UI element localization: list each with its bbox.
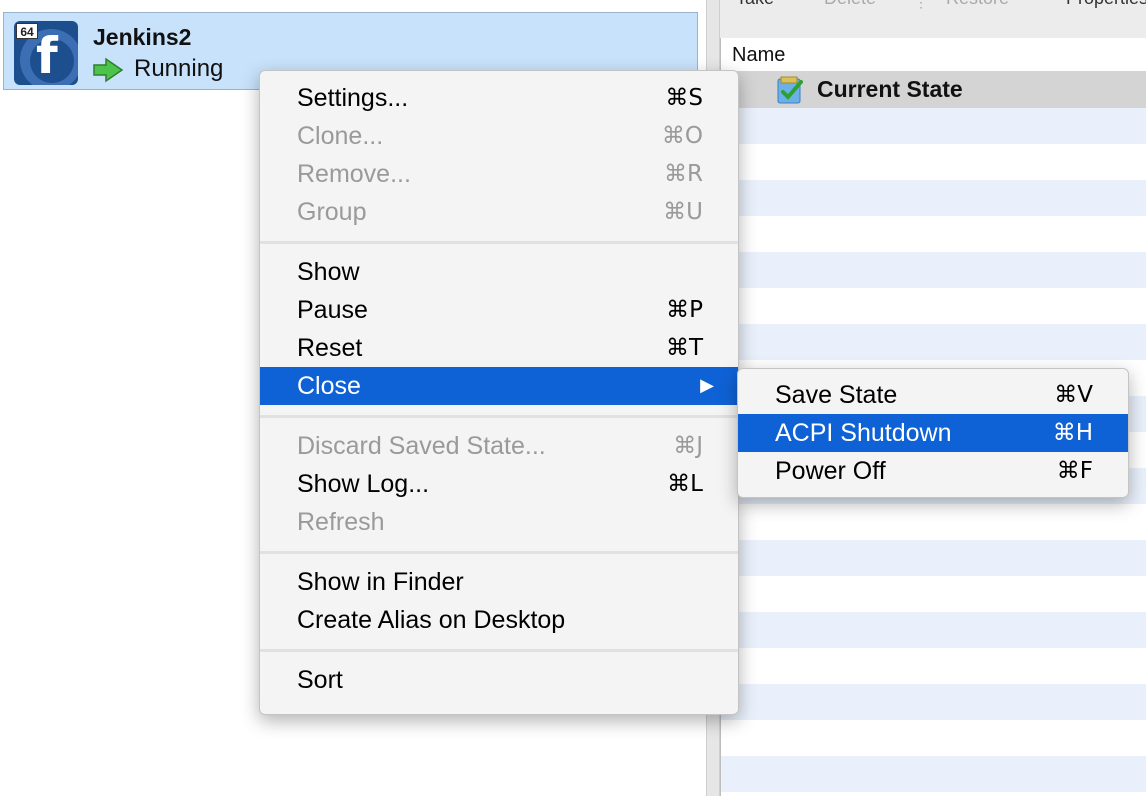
empty-row — [721, 180, 1146, 216]
fedora-icon: f 64 — [14, 21, 78, 85]
menu-item-shortcut: ⌘T — [665, 335, 703, 361]
menu-item-shortcut: ⌘P — [666, 297, 703, 323]
menu-separator — [260, 639, 738, 661]
menu-item-reset[interactable]: Reset ⌘T — [260, 329, 738, 367]
empty-row — [721, 648, 1146, 684]
menu-item-label: Remove... — [297, 160, 411, 188]
menu-item-label: Show Log... — [297, 470, 430, 498]
menu-item-remove[interactable]: Remove... ⌘R — [260, 155, 738, 193]
empty-row — [721, 540, 1146, 576]
snapshot-toolbar: Take Delete ⋮ Restore Properties — [720, 0, 1146, 38]
delete-snapshot-button[interactable]: Delete — [824, 0, 876, 9]
menu-item-label: Refresh — [297, 508, 385, 536]
snapshot-properties-button[interactable]: Properties — [1066, 0, 1146, 9]
menu-item-power-off[interactable]: Power Off ⌘F — [738, 452, 1128, 490]
empty-row — [721, 720, 1146, 756]
menu-item-shortcut: ⌘J — [673, 433, 703, 459]
empty-row — [721, 108, 1146, 144]
column-header-name: Name — [732, 44, 786, 66]
menu-item-shortcut: ⌘U — [663, 199, 703, 225]
vm-name: Jenkins2 — [93, 24, 192, 50]
empty-row — [721, 504, 1146, 540]
menu-item-label: Show in Finder — [297, 568, 464, 596]
menu-item-settings[interactable]: Settings... ⌘S — [260, 79, 738, 117]
menu-item-show-log[interactable]: Show Log... ⌘L — [260, 465, 738, 503]
empty-row — [721, 576, 1146, 612]
menu-item-label: Pause — [297, 296, 368, 324]
menu-item-acpi-shutdown[interactable]: ACPI Shutdown ⌘H — [738, 414, 1128, 452]
table-row-current-state[interactable]: Current State — [721, 72, 1146, 108]
menu-separator — [260, 231, 738, 253]
menu-item-save-state[interactable]: Save State ⌘V — [738, 376, 1128, 414]
menu-item-close[interactable]: Close ▶ — [260, 367, 738, 405]
current-state-icon — [777, 76, 803, 104]
menu-item-clone[interactable]: Clone... ⌘O — [260, 117, 738, 155]
arch-64-badge: 64 — [16, 23, 38, 39]
menu-item-shortcut: ⌘F — [1056, 458, 1093, 484]
menu-item-label: Create Alias on Desktop — [297, 606, 566, 634]
restore-snapshot-button[interactable]: Restore — [946, 0, 1009, 9]
menu-separator — [260, 405, 738, 427]
column-header[interactable]: Name — [721, 38, 1146, 72]
vm-context-menu: Settings... ⌘S Clone... ⌘O Remove... ⌘R … — [259, 70, 739, 715]
running-arrow-icon — [93, 57, 124, 83]
empty-row — [721, 144, 1146, 180]
empty-row — [721, 216, 1146, 252]
empty-row — [721, 756, 1146, 792]
menu-item-shortcut: ⌘H — [1052, 420, 1093, 446]
menu-item-label: Group — [297, 198, 367, 226]
menu-item-label: Power Off — [775, 457, 886, 485]
empty-row — [721, 288, 1146, 324]
menu-item-shortcut: ⌘L — [667, 471, 703, 497]
empty-row — [721, 612, 1146, 648]
submenu-arrow-icon: ▶ — [700, 375, 714, 396]
menu-item-label: Show — [297, 258, 360, 286]
menu-item-group[interactable]: Group ⌘U — [260, 193, 738, 231]
menu-item-pause[interactable]: Pause ⌘P — [260, 291, 738, 329]
menu-item-create-alias[interactable]: Create Alias on Desktop — [260, 601, 738, 639]
menu-item-refresh[interactable]: Refresh — [260, 503, 738, 541]
menu-item-show-in-finder[interactable]: Show in Finder — [260, 563, 738, 601]
menu-separator — [260, 541, 738, 563]
close-submenu: Save State ⌘V ACPI Shutdown ⌘H Power Off… — [737, 368, 1129, 498]
menu-item-label: Sort — [297, 666, 343, 694]
empty-row — [721, 252, 1146, 288]
menu-item-label: Close — [297, 372, 361, 400]
menu-item-shortcut: ⌘V — [1054, 382, 1093, 408]
menu-item-shortcut: ⌘R — [664, 161, 703, 187]
menu-item-discard-saved-state[interactable]: Discard Saved State... ⌘J — [260, 427, 738, 465]
menu-item-label: Save State — [775, 381, 898, 409]
empty-row — [721, 324, 1146, 360]
menu-item-label: Settings... — [297, 84, 409, 112]
menu-item-label: Clone... — [297, 122, 384, 150]
menu-item-show[interactable]: Show — [260, 253, 738, 291]
menu-item-label: Discard Saved State... — [297, 432, 546, 460]
menu-item-sort[interactable]: Sort — [260, 661, 738, 699]
take-snapshot-button[interactable]: Take — [736, 0, 774, 9]
toolbar-separator: ⋮ — [914, 0, 928, 10]
menu-item-label: Reset — [297, 334, 363, 362]
current-state-label: Current State — [817, 76, 963, 102]
vm-status: Running — [134, 55, 224, 82]
empty-row — [721, 684, 1146, 720]
menu-item-shortcut: ⌘O — [661, 123, 703, 149]
menu-item-shortcut: ⌘S — [665, 85, 703, 111]
menu-item-label: ACPI Shutdown — [775, 419, 952, 447]
